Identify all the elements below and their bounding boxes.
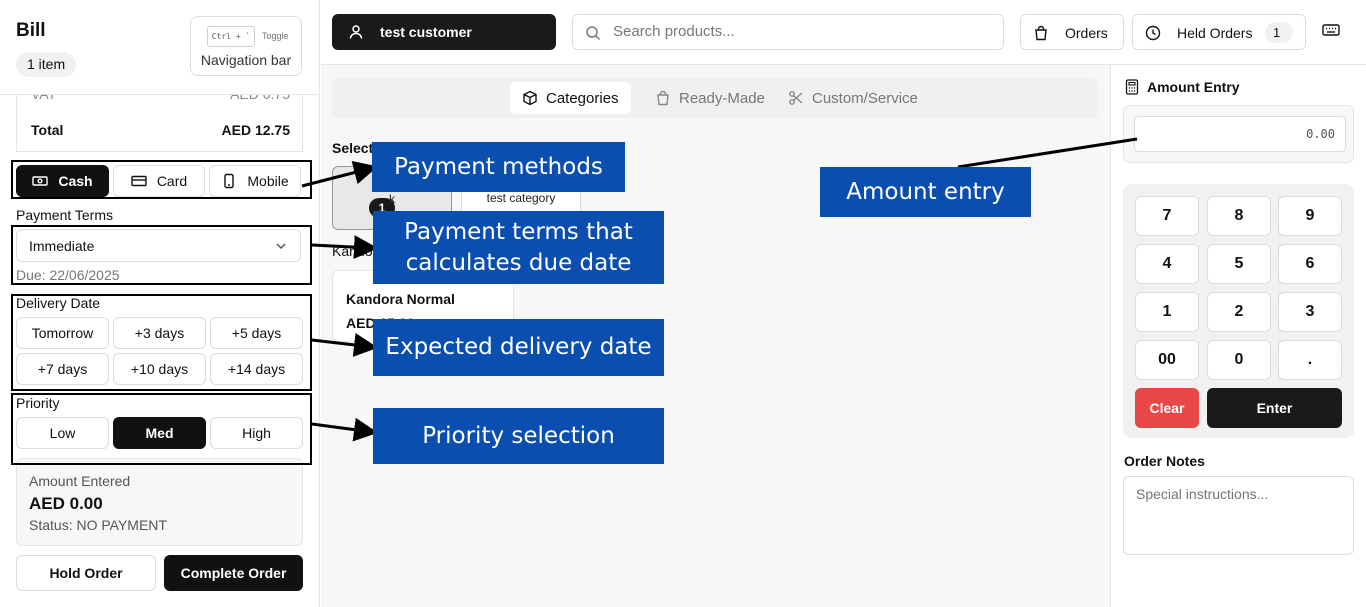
keypad-key[interactable]: 2 [1207,292,1271,332]
held-orders-label: Held Orders [1177,25,1253,41]
amount-entry-title: Amount Entry [1125,79,1240,95]
payment-terms-label: Payment Terms [16,207,113,223]
payment-status: Status: NO PAYMENT [29,517,167,533]
bill-title: Bill [16,20,46,41]
user-icon [349,25,363,39]
order-notes-input[interactable] [1123,476,1354,555]
tab-categories-label: Categories [546,89,619,107]
numeric-keypad: 7 8 9 4 5 6 1 2 3 00 0 . Clear Enter [1123,184,1354,438]
amount-entry-wrapper: 0.00 [1123,105,1354,163]
tab-custom-service[interactable]: Custom/Service [776,82,930,114]
amount-entry-title-text: Amount Entry [1147,79,1240,95]
total-label: Total [31,122,64,138]
order-notes-label: Order Notes [1124,453,1205,469]
delivery-date-frame [11,294,312,391]
priority-frame [11,393,312,465]
amount-entry-panel: Amount Entry 0.00 7 8 9 4 5 6 1 2 3 00 0… [1110,64,1366,607]
shopping-bag-icon [657,90,669,106]
shopping-bag-icon [1035,25,1047,41]
complete-order-button[interactable]: Complete Order [164,555,303,591]
keypad-key[interactable]: 5 [1207,244,1271,284]
box-icon [523,90,537,106]
tab-ready-made[interactable]: Ready-Made [643,82,777,114]
keypad-key[interactable]: . [1278,340,1342,380]
held-orders-count-badge: 1 [1265,22,1293,43]
payment-terms-frame [11,225,312,285]
orders-label: Orders [1065,25,1108,41]
keypad-key[interactable]: 3 [1278,292,1342,332]
toggle-text: Toggle [262,31,289,41]
products-heading: Kando [332,243,373,259]
category-name: test category [486,191,556,205]
keypad-key[interactable]: 00 [1135,340,1199,380]
amount-entry-input[interactable]: 0.00 [1134,116,1346,152]
callout-payment-methods: Payment methods [372,142,625,192]
item-count-badge: 1 item [16,52,77,77]
navigation-bar-label: Navigation bar [200,52,292,68]
bill-header: Bill 1 item Ctrl + ` Toggle Navigation b… [0,0,318,95]
product-name: Kandora Normal [346,291,455,307]
product-tabs: Categories Ready-Made Custom/Service [332,78,1098,118]
customer-name: test customer [380,24,472,40]
hold-order-button[interactable]: Hold Order [16,555,156,591]
callout-delivery-date: Expected delivery date [373,319,664,376]
callout-priority: Priority selection [373,408,664,464]
clock-icon [1145,25,1161,41]
keypad-key[interactable]: 8 [1207,196,1271,236]
callout-amount-entry: Amount entry [820,167,1031,217]
keypad-key[interactable]: 6 [1278,244,1342,284]
navigation-bar-toggle[interactable]: Ctrl + ` Toggle Navigation bar [190,16,302,76]
customer-select-button[interactable]: test customer [332,14,556,50]
product-search[interactable] [572,14,1004,50]
keypad-enter-button[interactable]: Enter [1207,388,1342,428]
held-orders-button[interactable]: Held Orders 1 [1132,14,1306,50]
tab-custom-service-label: Custom/Service [812,89,918,107]
scissors-icon [789,91,803,105]
amount-summary-card: Amount Entered AED 0.00 Status: NO PAYME… [16,458,303,546]
keypad-key[interactable]: 1 [1135,292,1199,332]
amount-entered-value: AED 0.00 [29,494,103,513]
bill-sidebar: VAT AED 0.75 Total AED 12.75 Bill 1 item… [0,0,320,607]
amount-entered-label: Amount Entered [29,473,131,489]
keyboard-icon[interactable] [1322,22,1340,38]
shortcut-kbd: Ctrl + ` [207,26,255,47]
tab-ready-made-label: Ready-Made [679,89,765,107]
keypad-key[interactable]: 9 [1278,196,1342,236]
orders-button[interactable]: Orders [1020,14,1124,50]
keypad-key[interactable]: 0 [1207,340,1271,380]
callout-payment-terms: Payment terms that calculates due date [373,211,664,284]
search-input[interactable] [613,23,993,40]
tab-categories[interactable]: Categories [510,82,631,114]
total-row: Total AED 12.75 [31,122,290,138]
total-value: AED 12.75 [221,122,290,138]
search-icon [586,26,601,41]
keypad-key[interactable]: 7 [1135,196,1199,236]
payment-methods-frame [11,160,312,199]
keypad-key[interactable]: 4 [1135,244,1199,284]
calculator-icon [1125,79,1139,95]
keypad-clear-button[interactable]: Clear [1135,388,1199,428]
